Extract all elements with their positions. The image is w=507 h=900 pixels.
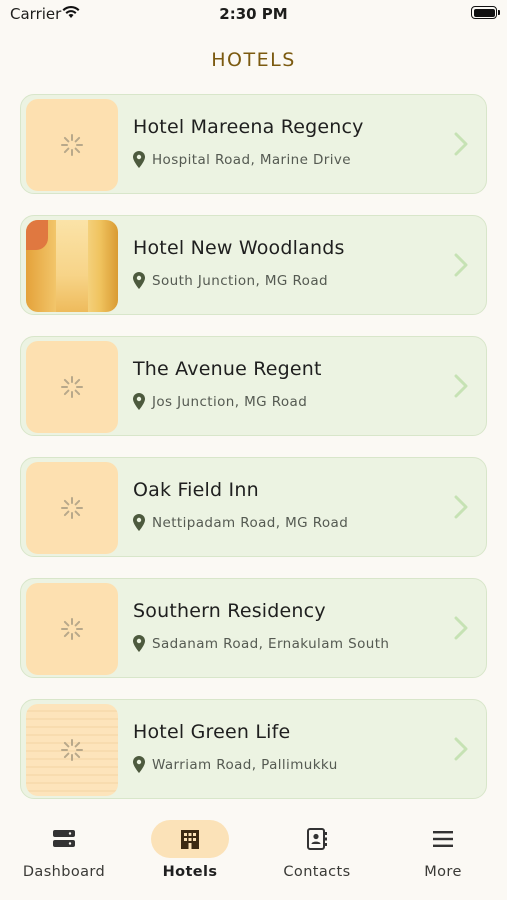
tab-label: Contacts bbox=[283, 864, 351, 880]
loading-spinner-icon bbox=[61, 497, 83, 519]
hotel-thumbnail bbox=[26, 99, 118, 191]
hotel-card[interactable]: Hotel Mareena Regency Hospital Road, Mar… bbox=[20, 94, 487, 194]
hotel-card[interactable]: Hotel Green Life Warriam Road, Pallimukk… bbox=[20, 699, 487, 799]
chevron-right-icon bbox=[454, 616, 468, 640]
loading-spinner-icon bbox=[61, 376, 83, 398]
tab-label: Dashboard bbox=[22, 864, 106, 880]
chevron-right-icon bbox=[454, 495, 468, 519]
hotel-address-row: Warriam Road, Pallimukku bbox=[133, 756, 338, 773]
status-time: 2:30 PM bbox=[219, 5, 288, 23]
hotel-card[interactable]: Oak Field Inn Nettipadam Road, MG Road bbox=[20, 457, 487, 557]
contacts-icon bbox=[307, 828, 327, 850]
hotel-name: Oak Field Inn bbox=[133, 479, 259, 501]
location-pin-icon bbox=[133, 514, 145, 531]
hotel-address: Hospital Road, Marine Drive bbox=[152, 151, 351, 168]
loading-spinner-icon bbox=[61, 618, 83, 640]
chevron-right-icon bbox=[454, 737, 468, 761]
page-title: HOTELS bbox=[211, 49, 296, 71]
location-pin-icon bbox=[133, 635, 145, 652]
hotel-card[interactable]: The Avenue Regent Jos Junction, MG Road bbox=[20, 336, 487, 436]
location-pin-icon bbox=[133, 272, 145, 289]
menu-icon bbox=[433, 831, 453, 847]
hotel-address: South Junction, MG Road bbox=[152, 272, 328, 289]
location-pin-icon bbox=[133, 393, 145, 410]
bottom-tab-bar: Dashboard Hotels Contacts More bbox=[0, 810, 507, 900]
location-pin-icon bbox=[133, 756, 145, 773]
tab-dashboard[interactable]: Dashboard bbox=[1, 810, 127, 880]
tab-hotels[interactable]: Hotels bbox=[127, 810, 253, 880]
hotel-thumbnail bbox=[26, 583, 118, 675]
hotel-address: Jos Junction, MG Road bbox=[152, 393, 308, 410]
hotel-thumbnail bbox=[26, 220, 118, 312]
loading-spinner-icon bbox=[61, 134, 83, 156]
hotel-address-row: Sadanam Road, Ernakulam South bbox=[133, 635, 389, 652]
loading-spinner-icon bbox=[61, 739, 83, 761]
hotel-address-row: Hospital Road, Marine Drive bbox=[133, 151, 351, 168]
hotel-address-row: South Junction, MG Road bbox=[133, 272, 328, 289]
tab-contacts[interactable]: Contacts bbox=[254, 810, 380, 880]
chevron-right-icon bbox=[454, 132, 468, 156]
hotel-name: Hotel Mareena Regency bbox=[133, 116, 364, 138]
tab-more[interactable]: More bbox=[380, 810, 506, 880]
hotel-name: Hotel Green Life bbox=[133, 721, 291, 743]
building-icon bbox=[181, 830, 199, 849]
tab-label: More bbox=[424, 864, 462, 880]
dashboard-icon bbox=[53, 830, 75, 847]
hotel-name: The Avenue Regent bbox=[133, 358, 322, 380]
chevron-right-icon bbox=[454, 374, 468, 398]
hotel-name: Southern Residency bbox=[133, 600, 326, 622]
hotel-address: Warriam Road, Pallimukku bbox=[152, 756, 338, 773]
hotel-thumbnail bbox=[26, 704, 118, 796]
hotel-list: Hotel Mareena Regency Hospital Road, Mar… bbox=[20, 94, 487, 820]
hotel-address-row: Jos Junction, MG Road bbox=[133, 393, 307, 410]
status-bar: Carrier 2:30 PM bbox=[0, 0, 507, 30]
hotel-address: Nettipadam Road, MG Road bbox=[152, 514, 349, 531]
chevron-right-icon bbox=[454, 253, 468, 277]
tab-label: Hotels bbox=[162, 864, 218, 880]
hotel-thumbnail bbox=[26, 462, 118, 554]
hotel-card[interactable]: Southern Residency Sadanam Road, Ernakul… bbox=[20, 578, 487, 678]
battery-icon bbox=[471, 6, 500, 19]
hotel-address-row: Nettipadam Road, MG Road bbox=[133, 514, 348, 531]
hotel-card[interactable]: Hotel New Woodlands South Junction, MG R… bbox=[20, 215, 487, 315]
hotel-thumbnail bbox=[26, 341, 118, 433]
hotel-name: Hotel New Woodlands bbox=[133, 237, 345, 259]
hotel-address: Sadanam Road, Ernakulam South bbox=[152, 635, 390, 652]
location-pin-icon bbox=[133, 151, 145, 168]
